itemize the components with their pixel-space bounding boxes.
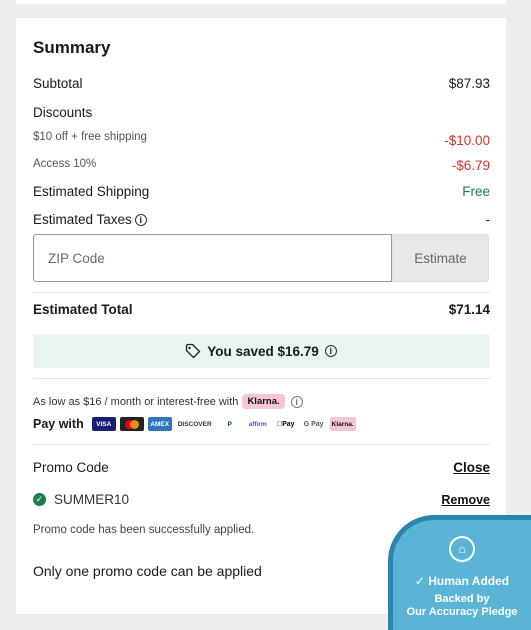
tag-icon [186,343,201,359]
discount-value: -$10.00 [444,133,490,148]
estimate-button[interactable]: Estimate [392,234,489,282]
badge-line-2: Our Accuracy Pledge [406,606,518,618]
visa-icon: VISA [91,417,116,431]
total-label: Estimated Total [33,302,133,317]
discounts-label: Discounts [33,105,93,120]
promo-header-row: Promo Code Close [33,460,490,475]
divider [33,292,490,293]
info-icon[interactable]: i [290,395,303,408]
info-icon[interactable]: i [134,214,147,227]
taxes-value: - [485,212,491,227]
subtotal-value: $87.93 [448,76,490,91]
shipping-label: Estimated Shipping [33,184,150,199]
close-promo-link[interactable]: Close [453,460,490,475]
savings-text: You saved $16.79 [207,343,319,359]
access-discount-row: Access 10% -$6.79 [33,154,490,174]
info-icon[interactable]: i [324,345,337,357]
apple-pay-label: Pay [279,420,294,428]
access-discount-value: -$6.79 [451,158,490,173]
promo-limit-note: Only one promo code can be applied [33,563,262,579]
shipping-value: Free [462,184,490,199]
financing-line: As low as $16 / month or interest-free w… [33,394,303,409]
klarna-logo[interactable]: Klarna. [242,394,285,409]
taxes-label: Estimated Taxes [33,212,132,227]
affirm-icon: affirm [245,417,270,431]
amex-icon: AMEX [147,417,172,431]
badge-title: Human Added [428,574,510,588]
divider [33,378,490,379]
access-discount-label: Access 10% [33,157,97,170]
discounts-row: Discounts [33,105,490,120]
zip-code-input[interactable] [33,234,392,282]
badge-line-1: Backed by [434,593,490,605]
total-value: $71.14 [448,302,490,317]
discount-label: $10 off + free shipping [33,130,147,143]
taxes-label-wrap: Estimated Taxes i [33,212,147,227]
savings-banner: You saved $16.79 i [33,334,489,368]
pay-with-label: Pay with [33,417,84,431]
promo-code-label: Promo Code [33,460,109,475]
check-circle-icon: ✓ [414,574,425,588]
google-pay-icon: G Pay [301,417,326,431]
check-icon: ✓ [33,493,46,506]
total-row: Estimated Total $71.14 [33,302,490,317]
taxes-row: Estimated Taxes i - [33,212,490,227]
discount-row: $10 off + free shipping -$10.00 [33,125,490,149]
applied-code: ✓ SUMMER10 [33,492,129,507]
house-icon: ⌂ [449,536,475,562]
mastercard-icon [119,417,144,431]
paypal-icon: P [217,417,242,431]
badge-title-row: ✓ Human Added [393,574,531,588]
discover-icon: DISCOVER [175,417,214,431]
previous-card [16,0,506,4]
summary-title: Summary [33,38,111,57]
shipping-row: Estimated Shipping Free [33,184,490,199]
pay-with-row: Pay with VISA AMEX DISCOVER P affirm Pa… [33,417,356,431]
financing-text: As low as $16 / month or interest-free w… [33,395,239,408]
promo-success-message: Promo code has been successfully applied… [33,524,255,536]
promo-code-value: SUMMER10 [54,492,130,507]
divider [33,444,490,445]
remove-promo-link[interactable]: Remove [441,493,490,507]
klarna-icon: Klarna. [329,417,356,431]
subtotal-label: Subtotal [33,76,83,91]
zip-estimate-group: Estimate [33,234,489,282]
accuracy-badge[interactable]: ⌂ ✓ Human Added Backed by Our Accuracy P… [388,515,531,630]
apple-pay-icon: Pay [273,417,298,431]
applied-promo-row: ✓ SUMMER10 Remove [33,492,490,507]
subtotal-row: Subtotal $87.93 [33,76,490,91]
